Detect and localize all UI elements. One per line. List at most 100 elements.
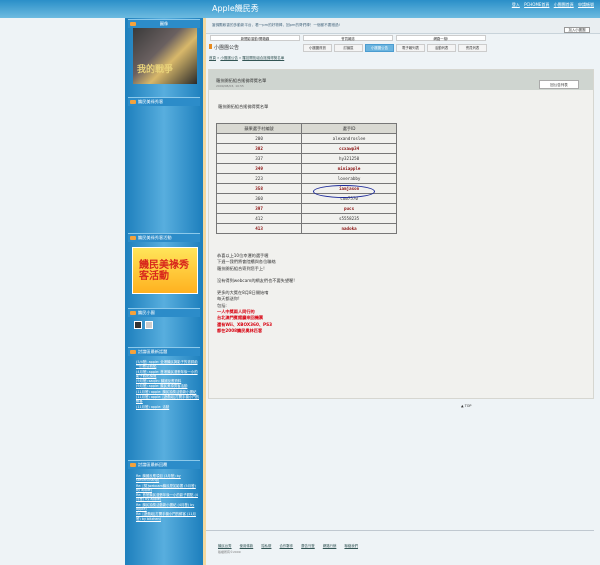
table-row: 223 loverabby [215, 173, 397, 184]
row-number: 200 [215, 133, 303, 144]
marquee-tab[interactable]: 會員雜誌 [303, 35, 393, 41]
table-row: 200 alexandroslee [215, 133, 397, 144]
subscribe-button[interactable]: 加入小團團 [564, 27, 590, 33]
marquee-tab[interactable]: 新聞影運動!開箱趣 [210, 35, 300, 41]
row-player-id: s5558235 [301, 213, 397, 224]
sidebar-section-members[interactable]: 饑民美祿秀客 [128, 97, 200, 106]
top-bar: Apple饑民秀 登入 PCHOME首頁 小團團首頁 申請帳號 [0, 0, 600, 18]
reply-item[interactable]: Re: 饑國反應項目 (3月發) by stevenchang) [136, 474, 200, 483]
register-link[interactable]: 申請帳號 [578, 2, 594, 7]
winners-table: 蘋果選手村編號 選手ID 200 alexandroslee 302 ccxawp34… [215, 123, 397, 234]
avatar[interactable]: 我的戰爭 [133, 28, 197, 84]
group-thumb-1[interactable] [134, 321, 142, 329]
marquee-tabs: 新聞影運動!開箱趣 會員雜誌 網路一樣! [210, 35, 486, 41]
banner-text: 饑民美祿秀客活動 [139, 260, 189, 282]
sidebar-edge [203, 18, 206, 565]
copyright: 版權所有©2009 [218, 550, 241, 554]
marquee-tab[interactable]: 網路一樣! [396, 35, 486, 41]
row-player-id: miniapple [301, 163, 397, 174]
sub-bar: 當佛飄軟香的多動新平台，看一pm的好物棒，回pm的哥們棒！一個都不要錯過! 加入… [205, 18, 600, 34]
tab-info[interactable]: 小團團資訊 [303, 44, 332, 52]
group-thumb-2[interactable] [145, 321, 153, 329]
post-body: 恭喜以上10位幸運的選手喔 下週一我們將會陸續與各位聯絡 羅技開拓組合寄到您手上… [217, 253, 295, 334]
row-number: 397 [215, 203, 303, 214]
tab-announcements[interactable]: 小團團公告 [365, 44, 394, 52]
prize-line: 都在2008饑民奧林匹客 [217, 327, 263, 333]
footer-link[interactable]: 使用條款 [240, 544, 254, 548]
reply-item[interactable]: Re: 饑民抽獎活動新小團紀 (4月發) by apple) [136, 503, 200, 512]
sidebar-section-events[interactable]: 饑民美祿秀客活動 [128, 233, 200, 242]
footer-link[interactable]: 聯絡我們 [344, 544, 358, 548]
sidebar-section-topics[interactable]: 討論區最新話題 [128, 347, 200, 356]
topic-list: (5/4發) apple: 全港饑民與影子的邀請函一的飯店觀點 (4月發) ap… [136, 360, 200, 410]
breadcrumb-home[interactable]: 首頁 [209, 56, 216, 60]
table-row: 349 miniapple [215, 163, 397, 174]
back-to-list-button[interactable]: 回公告列表 [539, 80, 579, 89]
top-links: 登入 PCHOME首頁 小團團首頁 申請帳號 [509, 2, 594, 8]
table-row: 302 ccxawp34 [215, 143, 397, 154]
footer-links: 饑民台秀 使用條款 隱私權 合作夥伴 廣告刊登 網路行銷 聯絡我們 [218, 543, 365, 548]
breadcrumb-current[interactable]: 羅技開拓組合搖佛得獎名單 [242, 56, 284, 60]
table-row: 397 pucs [215, 203, 397, 214]
reply-item[interactable]: Re: [獎]webcam饑民是如影響 (5月發) by apple) [136, 484, 200, 493]
table-row: 413 nadoka [215, 223, 397, 234]
login-link[interactable]: 登入 [512, 2, 520, 7]
row-player-id: ccxawp34 [301, 143, 397, 154]
topic-item[interactable]: (9月發) apple: 饑民美祿秀客活動 [136, 384, 200, 388]
board-tabs: 小團團資訊 討論區 小團團公告 電子報列表 活動列表 會員列表 [303, 44, 489, 52]
tab-events[interactable]: 活動列表 [427, 44, 456, 52]
top-label: TOP [464, 404, 472, 408]
row-number: 302 [215, 143, 303, 154]
sidebar-section-replies[interactable]: 討論區最新回覆 [128, 460, 200, 469]
row-player-id: hy321250 [301, 153, 397, 164]
board-name: 小團團公告 [209, 44, 239, 51]
row-number: 360 [215, 193, 303, 204]
group-home-link[interactable]: 小團團首頁 [554, 2, 574, 7]
table-row: 337 hy321250 [215, 153, 397, 164]
back-to-top-link[interactable]: ▲ TOP [461, 404, 471, 408]
footer-link[interactable]: 饑民台秀 [218, 544, 232, 548]
footer-link[interactable]: 隱私權 [261, 544, 271, 548]
pchome-link[interactable]: PCHOME首頁 [524, 2, 549, 7]
post-header: 羅技開拓組合搖佛得獎名單 2009/08/03, 10:55 [209, 70, 593, 90]
topic-item[interactable]: (9月發) saqlin: 饑國反應資料 [136, 379, 200, 383]
topic-item[interactable]: (5/4發) apple: 全港饑民與影子的邀請函一的飯店觀點 [136, 360, 200, 369]
site-title[interactable]: Apple饑民秀 [212, 3, 259, 14]
row-number: 337 [215, 153, 303, 164]
row-player-id: loverabby [301, 173, 397, 184]
table-header: 選手ID [301, 123, 397, 134]
row-number: 223 [215, 173, 303, 184]
site-description: 當佛飄軟香的多動新平台，看一pm的好物棒，回pm的哥們棒！一個都不要錯過! [212, 23, 341, 27]
topic-item[interactable]: (11月發) apple: [遊戲組]打開手機小門的鮮客 [136, 395, 200, 404]
reply-item[interactable]: Re: [遊戲組]打開手機小門的鮮客 (11月發) by bitzhen) [136, 512, 200, 521]
topic-item[interactable]: (11月發) apple: 饑民抽獎活動新小團紀 [136, 390, 200, 394]
event-banner[interactable]: 饑民美祿秀客活動 [132, 247, 198, 294]
tab-forum[interactable]: 討論區 [334, 44, 363, 52]
topic-item[interactable]: (11月發) apple: 活動 [136, 405, 200, 409]
table-row: 412 s5558235 [215, 213, 397, 224]
footer-link[interactable]: 網路行銷 [323, 544, 337, 548]
breadcrumb-board[interactable]: 小團團公告 [220, 56, 238, 60]
table-header: 蘋果選手村編號 [215, 123, 303, 134]
highlight-oval [313, 185, 375, 198]
reply-list: Re: 饑國反應項目 (3月發) by stevenchang) Re: [獎]… [136, 474, 200, 522]
row-number: 358 [215, 183, 303, 194]
tab-newsletter[interactable]: 電子報列表 [396, 44, 425, 52]
row-number: 412 [215, 213, 303, 224]
topic-item[interactable]: (4月發) apple: 首港饑民漫數年後一小的影子觀點預覽 [136, 370, 200, 379]
post-date: 2009/08/03, 10:55 [216, 84, 244, 88]
row-player-id: nadoka [301, 223, 397, 234]
post-lead: 羅技開拓組合搖佛得獎名單 [218, 104, 269, 109]
tab-members[interactable]: 會員列表 [458, 44, 487, 52]
reply-item[interactable]: Re: 首發饑民漫數年後一小的影子觀點 (4月發) by apple) [136, 493, 200, 502]
row-number: 349 [215, 163, 303, 174]
row-player-id: pucs [301, 203, 397, 214]
footer-link[interactable]: 廣告刊登 [301, 544, 315, 548]
breadcrumb: 首頁 » 小團團公告 » 羅技開拓組合搖佛得獎名單 [209, 56, 285, 60]
row-player-id: alexandroslee [301, 133, 397, 144]
row-number: 413 [215, 223, 303, 234]
avatar-caption: 我的戰爭 [137, 65, 174, 75]
footer-link[interactable]: 合作夥伴 [280, 544, 294, 548]
sidebar-section-groups[interactable]: 饑民小團 [128, 308, 200, 317]
footer: 饑民台秀 使用條款 隱私權 合作夥伴 廣告刊登 網路行銷 聯絡我們 版權所有©2… [206, 530, 594, 560]
